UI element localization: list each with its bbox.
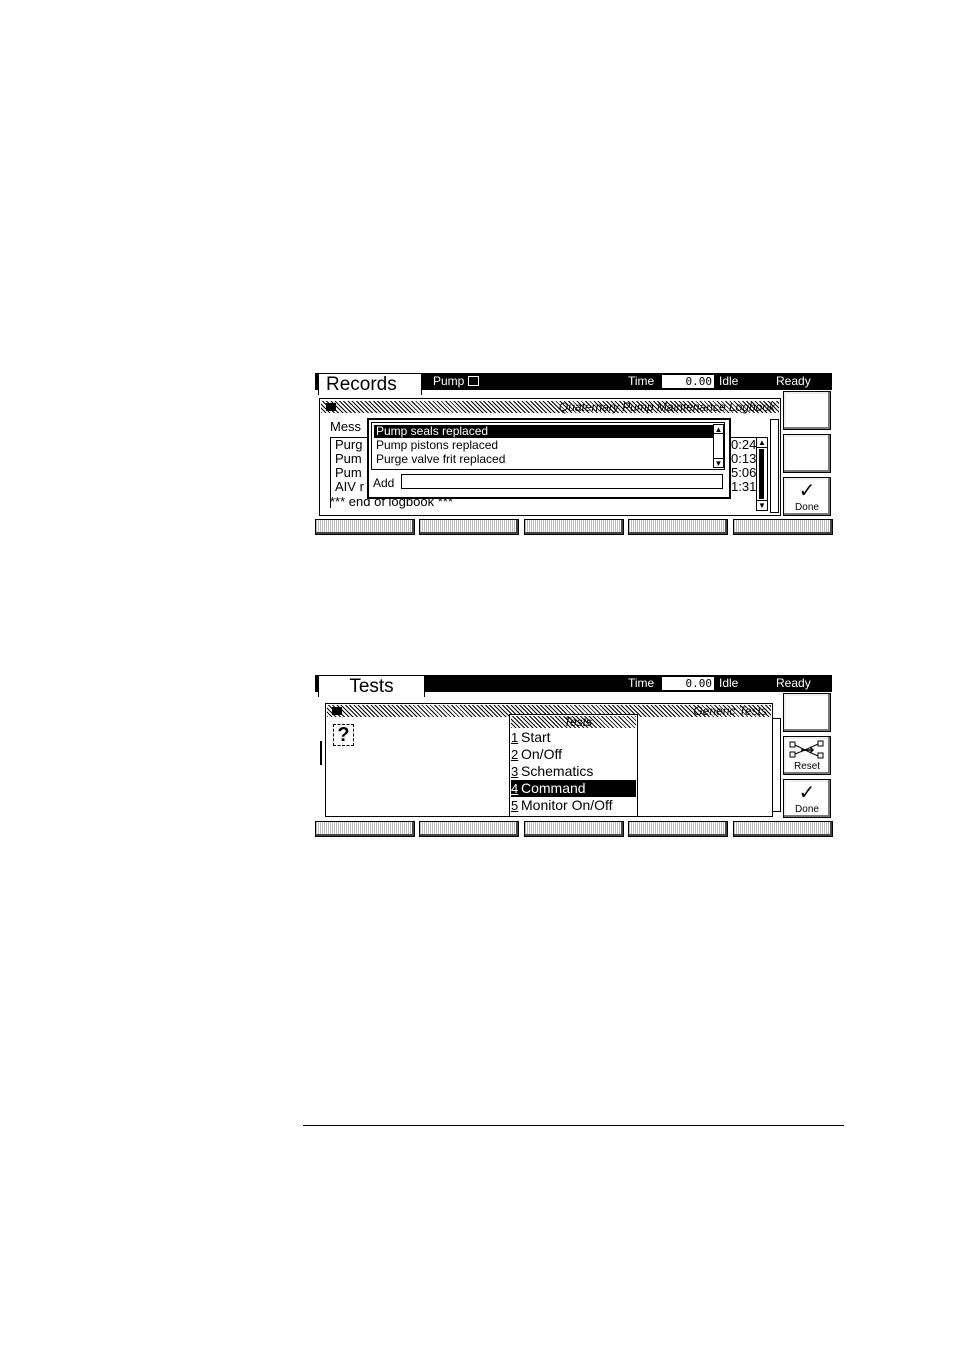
reset-network-icon <box>789 740 824 759</box>
status-ready: Ready <box>776 676 811 690</box>
panel-scrollbar[interactable] <box>772 718 781 812</box>
side-button-1[interactable] <box>783 391 831 430</box>
softkey-2[interactable] <box>419 821 519 837</box>
time-value: 0.00 <box>662 677 714 690</box>
tab-tests[interactable]: Tests <box>318 675 425 697</box>
log-time-1: 0:24 <box>731 437 757 452</box>
softkey-bar <box>315 519 833 535</box>
status-ready: Ready <box>776 374 811 388</box>
window-icon <box>326 403 336 411</box>
column-header-message: Mess <box>330 419 362 434</box>
panel-title: Quaternary Pump Maintenance Logbook <box>558 400 775 414</box>
menu-item-number: 2 <box>511 747 519 762</box>
menu-item-number: 3 <box>511 764 519 779</box>
softkey-2[interactable] <box>419 519 519 535</box>
softkey-3[interactable] <box>524 519 624 535</box>
softkey-5[interactable] <box>733 821 833 837</box>
idle-label: Idle <box>719 676 739 690</box>
menu-item-number: 5 <box>511 798 519 813</box>
menu-item-on-off[interactable]: 2 On/Off <box>511 746 636 763</box>
scroll-up-icon[interactable]: ▲ <box>757 438 767 448</box>
add-input[interactable] <box>401 474 723 489</box>
checkmark-icon: ✓ <box>798 480 816 502</box>
panel-scrollbar[interactable] <box>770 419 779 513</box>
reset-button[interactable]: Reset <box>783 736 831 775</box>
log-row-4[interactable]: AIV r <box>335 480 364 494</box>
softkey-bar <box>315 821 833 837</box>
log-scrollbar[interactable]: ▲ ▼ <box>756 437 768 511</box>
entry-list: Pump seals replaced Pump pistons replace… <box>371 422 725 470</box>
softkey-3[interactable] <box>524 821 624 837</box>
time-label: Time <box>628 374 655 388</box>
done-button[interactable]: ✓ Done <box>783 477 831 516</box>
menu-item-schematics[interactable]: 3 Schematics <box>511 763 636 780</box>
list-item[interactable]: Pump pistons replaced <box>374 439 498 452</box>
pump-checkbox[interactable] <box>464 374 479 389</box>
checkmark-icon: ✓ <box>798 782 816 804</box>
page-divider-rule <box>303 1125 844 1126</box>
side-button-2[interactable] <box>783 434 831 473</box>
scroll-down-icon[interactable]: ▼ <box>714 458 723 468</box>
menu-item-label: Schematics <box>521 763 594 779</box>
log-time-3: 5:06 <box>731 465 757 480</box>
time-label: Time <box>628 676 655 690</box>
pump-label: Pump <box>433 374 465 388</box>
softkey-4[interactable] <box>628 519 728 535</box>
tests-screen: Time 0.00 Idle Ready Tests Generic Tests… <box>315 675 833 837</box>
log-time-4: 1:31 <box>731 479 757 494</box>
panel-header: Quaternary Pump Maintenance Logbook <box>321 400 779 414</box>
help-question-icon[interactable]: ? <box>333 724 354 746</box>
done-label: Done <box>795 804 819 815</box>
menu-item-label: Start <box>521 729 551 745</box>
side-button-1[interactable] <box>783 693 831 732</box>
softkey-4[interactable] <box>628 821 728 837</box>
done-button[interactable]: ✓ Done <box>783 779 831 818</box>
left-edge-mark <box>320 741 322 765</box>
menu-item-monitor-on-off[interactable]: 5 Monitor On/Off <box>511 797 636 814</box>
entry-scrollbar[interactable]: ▲ ▼ <box>713 424 724 468</box>
menu-item-label: On/Off <box>521 746 562 762</box>
add-entry-popup: Pump seals replaced Pump pistons replace… <box>367 418 731 499</box>
panel-title: Generic Tests <box>693 704 767 718</box>
menu-item-label: Command <box>521 780 586 796</box>
list-item[interactable]: Pump seals replaced <box>374 425 716 438</box>
done-label: Done <box>795 502 819 513</box>
tab-records[interactable]: Records <box>318 373 422 395</box>
menu-item-number: 4 <box>511 781 519 796</box>
menu-item-label: Monitor On/Off <box>521 797 613 813</box>
time-value: 0.00 <box>662 375 714 388</box>
reset-label: Reset <box>793 761 821 772</box>
softkey-1[interactable] <box>315 519 415 535</box>
scroll-thumb[interactable] <box>759 449 764 499</box>
menu-item-command[interactable]: 4 Command <box>511 780 636 797</box>
scroll-up-icon[interactable]: ▲ <box>714 425 723 434</box>
menu-title: Tests <box>563 715 592 729</box>
softkey-5[interactable] <box>733 519 833 535</box>
menu-header: Tests <box>511 715 636 729</box>
menu-item-number: 1 <box>511 730 519 745</box>
log-time-2: 0:13 <box>731 451 757 466</box>
menu-item-start[interactable]: 1 Start <box>511 729 636 746</box>
log-row-2[interactable]: Pum <box>335 452 362 466</box>
tests-menu: Tests 1 Start 2 On/Off 3 Schematics 4 Comman… <box>509 714 638 817</box>
add-label: Add <box>373 476 395 490</box>
window-icon <box>332 707 342 715</box>
log-row-3[interactable]: Pum <box>335 466 362 480</box>
records-screen: Pump Time 0.00 Idle Ready Records Quater… <box>315 373 833 536</box>
softkey-1[interactable] <box>315 821 415 837</box>
list-item[interactable]: Purge valve frit replaced <box>374 453 505 466</box>
scroll-down-icon[interactable]: ▼ <box>757 500 767 510</box>
log-row-1[interactable]: Purg <box>335 438 362 452</box>
idle-label: Idle <box>719 374 739 388</box>
